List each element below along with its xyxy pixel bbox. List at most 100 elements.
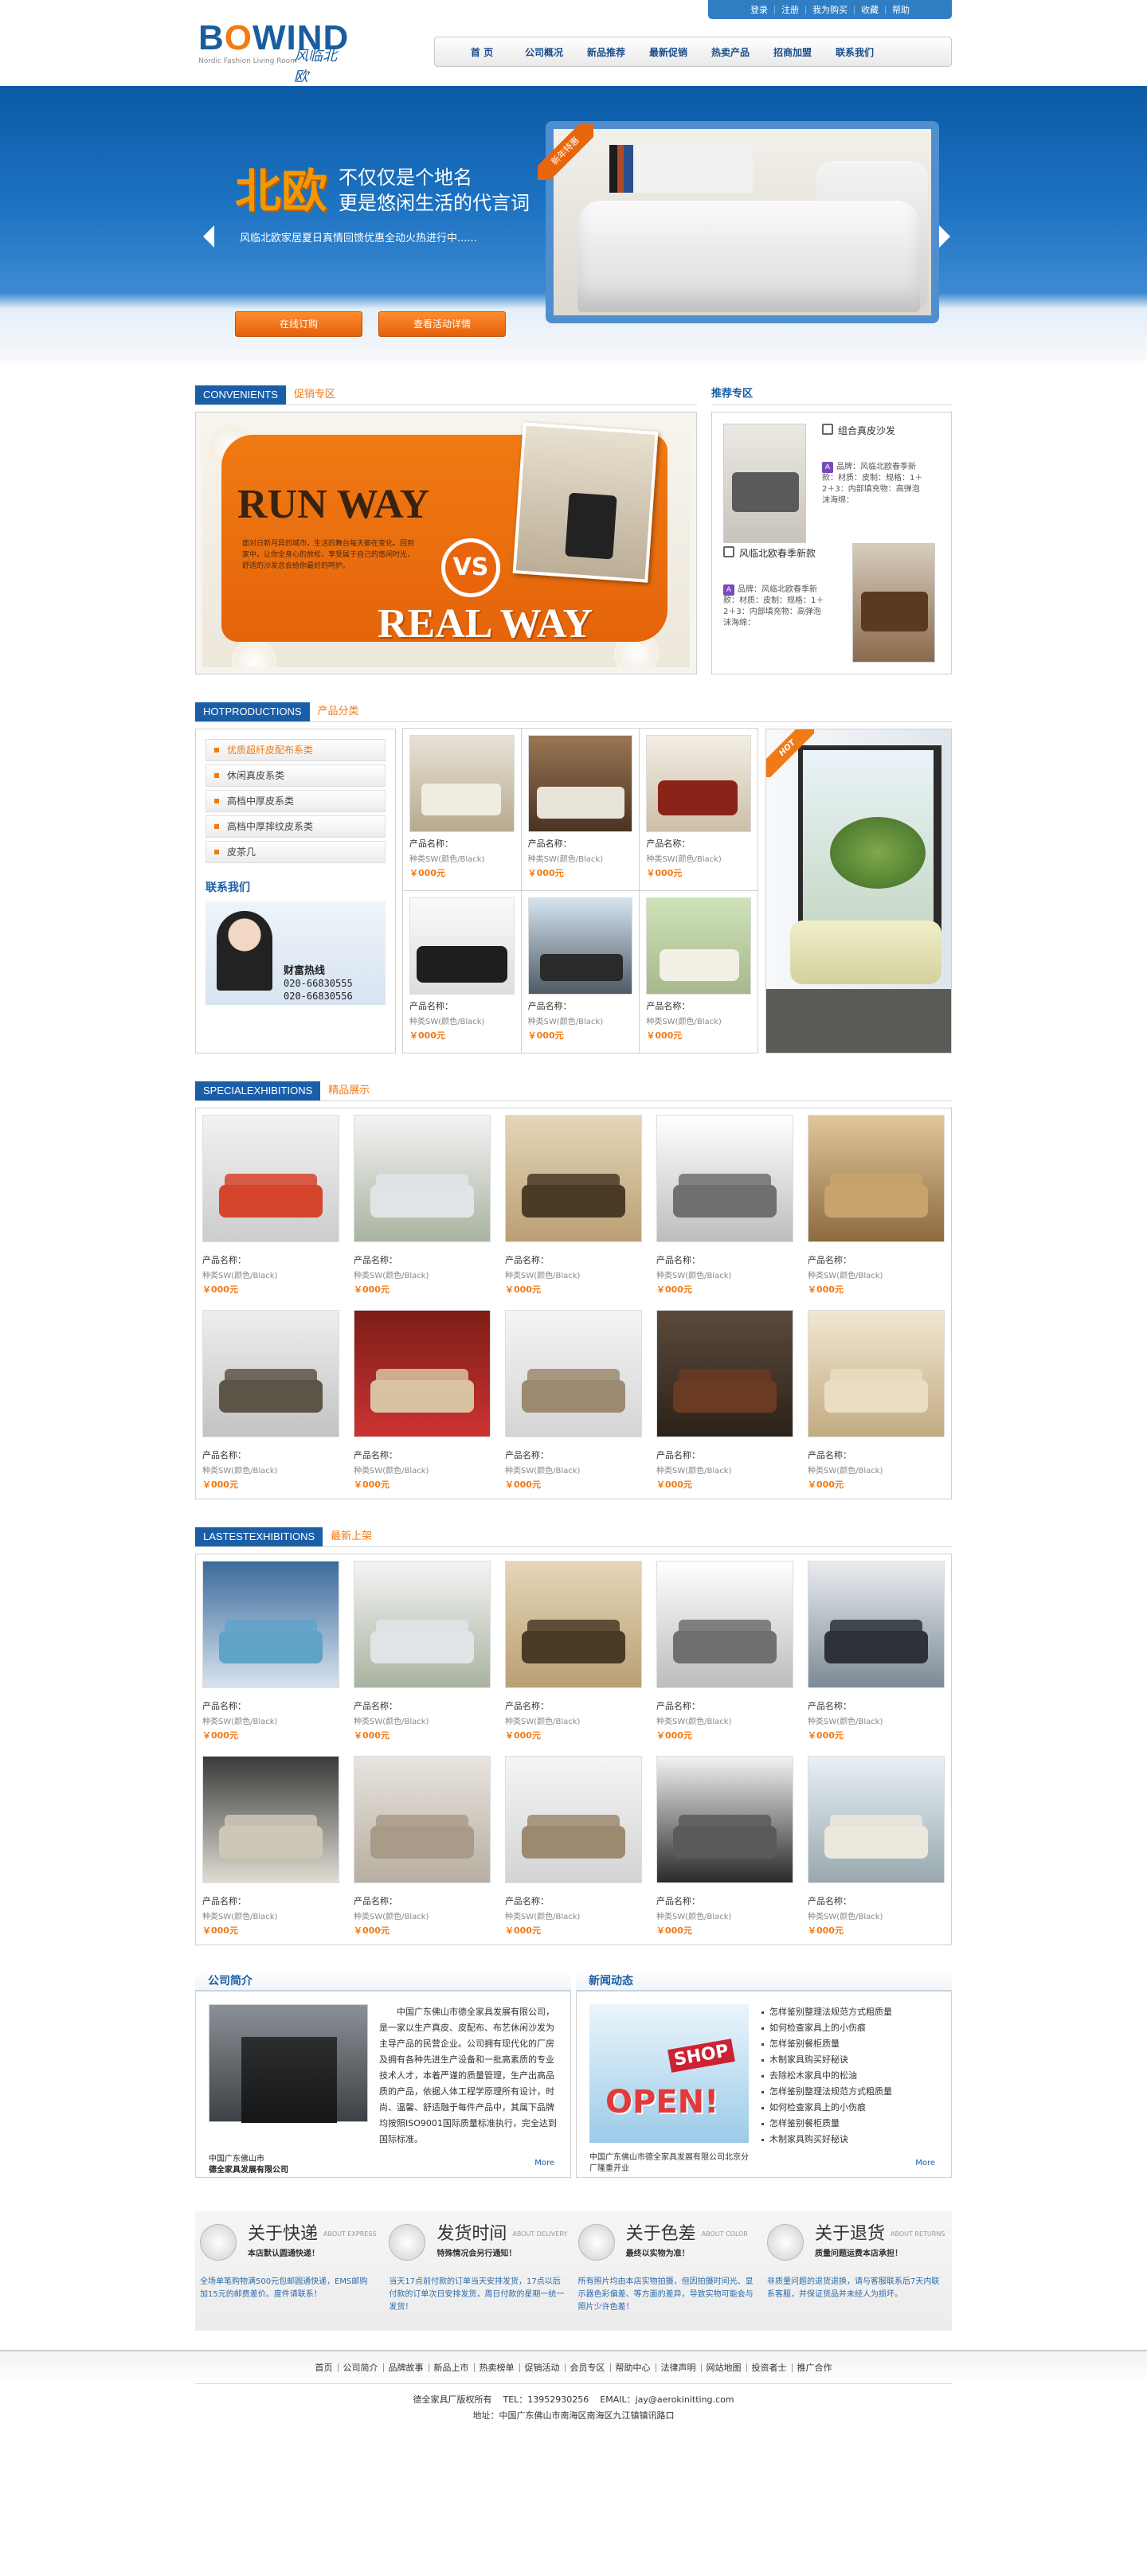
news-item[interactable]: 怎样鉴别整理法规范方式粗质量 [761, 2084, 938, 2100]
product-image[interactable] [656, 1310, 793, 1437]
news-item[interactable]: 如何检查家具上的小伤痕 [761, 2020, 938, 2036]
product-image[interactable] [354, 1115, 491, 1242]
product-image[interactable] [656, 1115, 793, 1242]
top-link-help[interactable]: 帮助 [886, 6, 916, 14]
product-image[interactable] [505, 1115, 642, 1242]
recommend-item[interactable]: 风临北欧春季新款 A 品牌：风临北欧春季新款：材质：皮制：规格：1＋2＋3：内部填… [723, 543, 940, 663]
section-title-cn[interactable]: 产品分类 [318, 702, 359, 721]
product-image[interactable] [354, 1756, 491, 1883]
news-item[interactable]: 如何检查家具上的小伤痕 [761, 2100, 938, 2116]
news-item[interactable]: 去除松木家具中的松油 [761, 2068, 938, 2084]
news-item[interactable]: 怎样鉴别餐柜质量 [761, 2116, 938, 2132]
product-card[interactable]: 产品名称： 种类SW(颜色/Black) ￥000元 [202, 1115, 339, 1296]
footer-nav-link[interactable]: 首页 [311, 2363, 339, 2372]
recommend-item[interactable]: 组合真皮沙发 A 品牌：风临北欧春季新款：材质：皮制：规格：1＋2＋3：内部填充物… [723, 424, 940, 543]
footer-nav-link[interactable]: 法律声明 [656, 2363, 702, 2372]
product-image[interactable] [409, 735, 515, 832]
product-image[interactable] [202, 1756, 339, 1883]
product-card[interactable]: 产品名称： 种类SW(颜色/Black) ￥000元 [505, 1561, 642, 1741]
top-link-register[interactable]: 注册 [775, 5, 806, 14]
category-item[interactable]: 休闲真皮系类 [206, 764, 386, 787]
top-link-purchase[interactable]: 我为购买 [806, 5, 855, 14]
news-caption[interactable]: 中国广东佛山市德全家具发展有限公司北京分厂隆重开业 [589, 2148, 754, 2175]
news-item[interactable]: 怎样鉴别餐柜质量 [761, 2036, 938, 2052]
product-image[interactable] [808, 1310, 945, 1437]
product-image[interactable] [354, 1561, 491, 1688]
product-image[interactable] [808, 1756, 945, 1883]
product-image[interactable] [354, 1310, 491, 1437]
prev-arrow-icon[interactable] [203, 225, 214, 248]
product-card[interactable]: 产品名称： 种类SW(颜色/Black) ￥000元 [656, 1310, 793, 1491]
banner-photo[interactable] [546, 121, 939, 323]
footer-nav-link[interactable]: 品牌故事 [384, 2363, 429, 2372]
product-card[interactable]: 产品名称： 种类SW(颜色/Black) ￥000元 [402, 890, 522, 1053]
product-image[interactable] [202, 1310, 339, 1437]
nav-company[interactable]: 公司概况 [513, 45, 575, 59]
product-card[interactable]: 产品名称： 种类SW(颜色/Black) ￥000元 [354, 1115, 491, 1296]
product-image[interactable] [505, 1561, 642, 1688]
product-image[interactable] [656, 1561, 793, 1688]
product-card[interactable]: 产品名称： 种类SW(颜色/Black) ￥000元 [520, 890, 640, 1053]
section-title-cn[interactable]: 精品展示 [328, 1081, 370, 1100]
view-event-button[interactable]: 查看活动详情 [378, 311, 506, 337]
product-card[interactable]: 产品名称： 种类SW(颜色/Black) ￥000元 [808, 1756, 945, 1937]
order-online-button[interactable]: 在线订购 [235, 311, 362, 337]
footer-nav-link[interactable]: 投资者士 [747, 2363, 793, 2372]
news-more-link[interactable]: More [915, 2159, 935, 2168]
product-image[interactable] [505, 1310, 642, 1437]
product-card[interactable]: 产品名称： 种类SW(颜色/Black) ￥000元 [505, 1310, 642, 1491]
product-image[interactable] [646, 897, 751, 995]
product-card[interactable]: 产品名称： 种类SW(颜色/Black) ￥000元 [354, 1756, 491, 1937]
logo[interactable]: BOWIND Nordic Fashion Living Room 风临北欧 [198, 21, 349, 86]
news-item[interactable]: 木制家具购买好秘诀 [761, 2132, 938, 2148]
footer-email[interactable]: EMAIL：jay@aerokinitting.com [600, 2394, 734, 2405]
product-card[interactable]: 产品名称： 种类SW(颜色/Black) ￥000元 [354, 1310, 491, 1491]
product-card[interactable]: 产品名称： 种类SW(颜色/Black) ￥000元 [656, 1756, 793, 1937]
news-image[interactable]: SHOP OPEN! [589, 2004, 749, 2143]
nav-home[interactable]: 首 页 [451, 45, 513, 59]
product-image[interactable] [646, 735, 751, 832]
product-thumbnail[interactable] [852, 543, 935, 663]
product-thumbnail[interactable] [723, 424, 806, 543]
nav-franchise[interactable]: 招商加盟 [761, 45, 824, 59]
next-arrow-icon[interactable] [939, 225, 950, 248]
recommend-title[interactable]: 推荐专区 [711, 385, 952, 405]
nav-hot[interactable]: 热卖产品 [699, 45, 761, 59]
footer-nav-link[interactable]: 新品上市 [429, 2363, 475, 2372]
category-item[interactable]: 优质超纤皮配布系类 [206, 739, 386, 761]
product-card[interactable]: 产品名称： 种类SW(颜色/Black) ￥000元 [505, 1115, 642, 1296]
product-card[interactable]: 产品名称： 种类SW(颜色/Black) ￥000元 [202, 1561, 339, 1741]
product-image[interactable] [505, 1756, 642, 1883]
footer-nav-link[interactable]: 推广合作 [793, 2363, 837, 2372]
product-card[interactable]: 产品名称： 种类SW(颜色/Black) ￥000元 [354, 1561, 491, 1741]
section-title-cn[interactable]: 促销专区 [294, 385, 335, 405]
news-title[interactable]: 新闻动态 [576, 1971, 952, 1992]
product-image[interactable] [656, 1756, 793, 1883]
product-card[interactable]: 产品名称： 种类SW(颜色/Black) ￥000元 [520, 728, 640, 891]
promo-banner[interactable]: RUN WAY 面对日新月异的城市，生活的舞台每天都在变化。回到家中，让你全身心… [195, 412, 697, 674]
about-title[interactable]: 公司简介 [195, 1971, 571, 1992]
product-card[interactable]: 产品名称： 种类SW(颜色/Black) ￥000元 [202, 1310, 339, 1491]
product-card[interactable]: 产品名称： 种类SW(颜色/Black) ￥000元 [656, 1115, 793, 1296]
product-image[interactable] [808, 1561, 945, 1688]
section-title-cn[interactable]: 最新上架 [331, 1527, 372, 1546]
product-card[interactable]: 产品名称： 种类SW(颜色/Black) ￥000元 [639, 890, 758, 1053]
product-card[interactable]: 产品名称： 种类SW(颜色/Black) ￥000元 [505, 1756, 642, 1937]
product-image[interactable] [202, 1561, 339, 1688]
product-card[interactable]: 产品名称： 种类SW(颜色/Black) ￥000元 [656, 1561, 793, 1741]
product-card[interactable]: 产品名称： 种类SW(颜色/Black) ￥000元 [808, 1310, 945, 1491]
recommend-item-title[interactable]: 组合真皮沙发 [822, 424, 895, 437]
category-item[interactable]: 高档中厚摔纹皮系类 [206, 815, 386, 838]
news-item[interactable]: 木制家具购买好秘诀 [761, 2052, 938, 2068]
top-link-favorite[interactable]: 收藏 [855, 5, 886, 14]
product-image[interactable] [409, 897, 515, 995]
footer-nav-link[interactable]: 会员专区 [566, 2363, 611, 2372]
product-image[interactable] [527, 735, 633, 832]
recommend-item-title[interactable]: 风临北欧春季新款 [723, 546, 816, 560]
category-item[interactable]: 皮茶几 [206, 841, 386, 863]
category-item[interactable]: 高档中厚皮系类 [206, 790, 386, 812]
nav-contact[interactable]: 联系我们 [824, 45, 886, 59]
hot-featured-image[interactable]: HOT [765, 729, 952, 1053]
nav-promo[interactable]: 最新促销 [637, 45, 699, 59]
footer-nav-link[interactable]: 网站地图 [702, 2363, 747, 2372]
